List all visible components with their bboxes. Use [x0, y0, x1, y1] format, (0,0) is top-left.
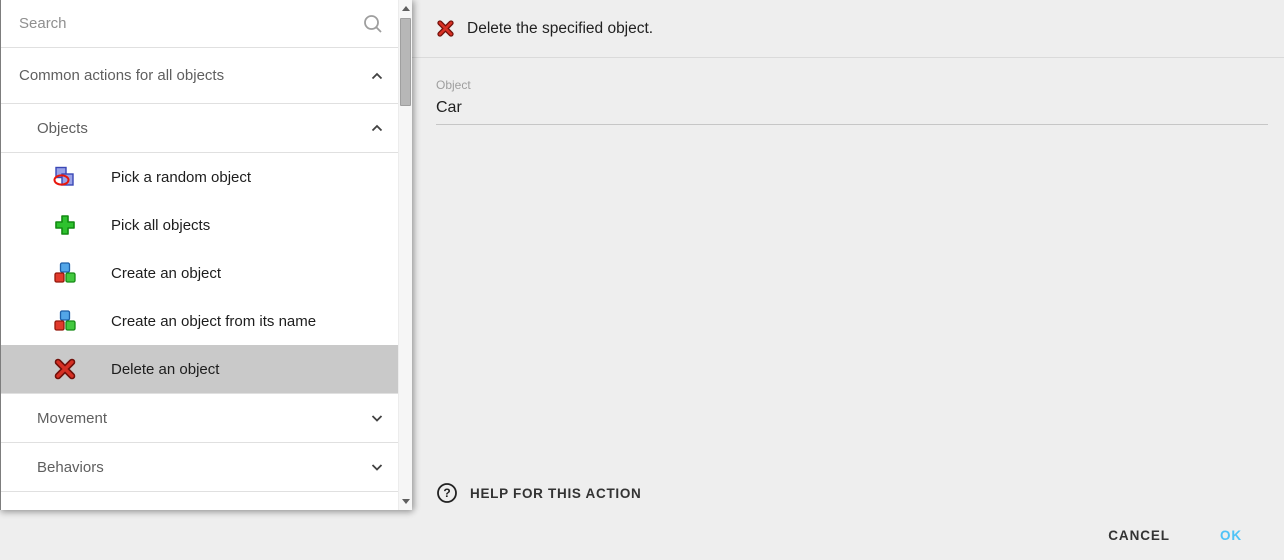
- action-item-label: Pick a random object: [111, 169, 251, 186]
- action-item-label: Pick all objects: [111, 217, 210, 234]
- pick-random-object-icon: [53, 165, 77, 189]
- category-row-behaviors[interactable]: Behaviors: [1, 443, 399, 492]
- action-item-label: Delete an object: [111, 361, 219, 378]
- parameter-object: Object: [436, 78, 1268, 125]
- instruction-editor-dialog: Common actions for all objects Objects P…: [0, 0, 1284, 560]
- action-item-label: Create an object: [111, 265, 221, 282]
- group-label: Common actions for all objects: [19, 67, 224, 84]
- chevron-down-icon: [369, 410, 385, 426]
- search-row: [1, 0, 399, 48]
- action-item-delete-object[interactable]: Delete an object: [1, 345, 399, 393]
- sidebar-scrollbar[interactable]: [398, 0, 412, 510]
- delete-object-icon: [436, 19, 455, 38]
- action-item-pick-random-object[interactable]: Pick a random object: [1, 153, 399, 201]
- category-label: Movement: [37, 410, 107, 427]
- category-label: Objects: [37, 120, 88, 137]
- scrollbar-down-arrow-icon[interactable]: [402, 499, 410, 504]
- scrollbar-thumb[interactable]: [400, 18, 411, 106]
- category-row-objects[interactable]: Objects: [1, 104, 399, 153]
- help-button-label: HELP FOR THIS ACTION: [470, 486, 642, 501]
- chevron-down-icon: [369, 508, 385, 510]
- chevron-up-icon: [369, 68, 385, 84]
- action-item-create-object-from-name[interactable]: Create an object from its name: [1, 297, 399, 345]
- search-input[interactable]: [19, 0, 349, 47]
- chevron-down-icon: [369, 459, 385, 475]
- delete-object-icon: [53, 357, 77, 381]
- action-item-create-object[interactable]: Create an object: [1, 249, 399, 297]
- group-row-common-actions[interactable]: Common actions for all objects: [1, 48, 399, 104]
- action-config-panel: Delete the specified object. Object HELP…: [412, 0, 1284, 510]
- action-list-sidebar: Common actions for all objects Objects P…: [0, 0, 412, 510]
- action-title: Delete the specified object.: [467, 20, 653, 38]
- category-row-visibility[interactable]: Visibility: [1, 492, 399, 510]
- object-field[interactable]: [436, 99, 1268, 125]
- category-label: Behaviors: [37, 459, 104, 476]
- scrollbar-up-arrow-icon[interactable]: [402, 6, 410, 11]
- action-item-label: Create an object from its name: [111, 313, 316, 330]
- create-object-icon: [53, 309, 77, 333]
- cancel-button[interactable]: CANCEL: [1100, 520, 1178, 551]
- chevron-up-icon: [369, 120, 385, 136]
- help-button[interactable]: HELP FOR THIS ACTION: [436, 480, 642, 506]
- search-icon: [361, 12, 385, 36]
- category-label: Visibility: [37, 508, 91, 511]
- help-circle-icon: [436, 482, 458, 504]
- category-row-movement[interactable]: Movement: [1, 394, 399, 443]
- pick-all-objects-icon: [53, 213, 77, 237]
- dialog-footer: CANCEL OK: [0, 510, 1284, 560]
- parameter-label: Object: [436, 78, 1268, 92]
- create-object-icon: [53, 261, 77, 285]
- ok-button[interactable]: OK: [1212, 520, 1250, 551]
- action-item-pick-all-objects[interactable]: Pick all objects: [1, 201, 399, 249]
- action-header: Delete the specified object.: [412, 0, 1284, 58]
